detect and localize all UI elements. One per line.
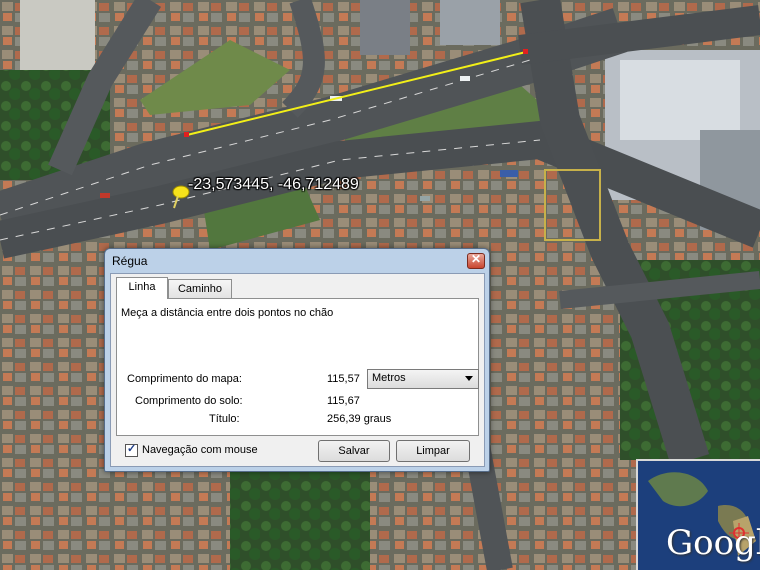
mouse-navigation-checkbox[interactable]: ✓	[125, 443, 138, 457]
units-dropdown[interactable]: Metros	[367, 369, 479, 389]
map-length-value: 115,57	[327, 373, 360, 385]
map-length-label: Comprimento do mapa:	[127, 373, 242, 385]
dialog-title: Régua	[112, 254, 148, 268]
dialog-titlebar[interactable]: Régua ✕	[105, 249, 489, 273]
heading-label: Título:	[209, 413, 240, 425]
ground-length-value: 115,67	[327, 395, 360, 407]
units-selected-value: Metros	[372, 372, 406, 384]
clear-button[interactable]: Limpar	[396, 440, 470, 462]
ground-length-label: Comprimento do solo:	[135, 395, 243, 407]
save-button[interactable]: Salvar	[318, 440, 390, 462]
ruler-dialog: Régua ✕ Linha Caminho Meça a distância e…	[104, 248, 490, 472]
overview-map[interactable]: Google	[636, 459, 760, 570]
tab-panel-linha: Meça a distância entre dois pontos no ch…	[116, 298, 479, 436]
dialog-footer: ✓ Navegação com mouse Salvar Limpar	[111, 436, 484, 466]
google-logo: Google	[666, 523, 760, 563]
close-icon: ✕	[470, 252, 482, 266]
mouse-navigation-label[interactable]: Navegação com mouse	[142, 444, 258, 456]
heading-value: 256,39 graus	[327, 413, 392, 425]
ruler-description: Meça a distância entre dois pontos no ch…	[121, 307, 334, 319]
dialog-body: Linha Caminho Meça a distância entre doi…	[110, 273, 485, 467]
check-icon: ✓	[127, 443, 137, 455]
chevron-down-icon	[465, 376, 473, 381]
tab-caminho[interactable]: Caminho	[168, 279, 232, 299]
tab-linha[interactable]: Linha	[116, 277, 168, 299]
placemark-coordinates: -23,573445, -46,712489	[188, 176, 359, 193]
close-button[interactable]: ✕	[467, 252, 485, 269]
